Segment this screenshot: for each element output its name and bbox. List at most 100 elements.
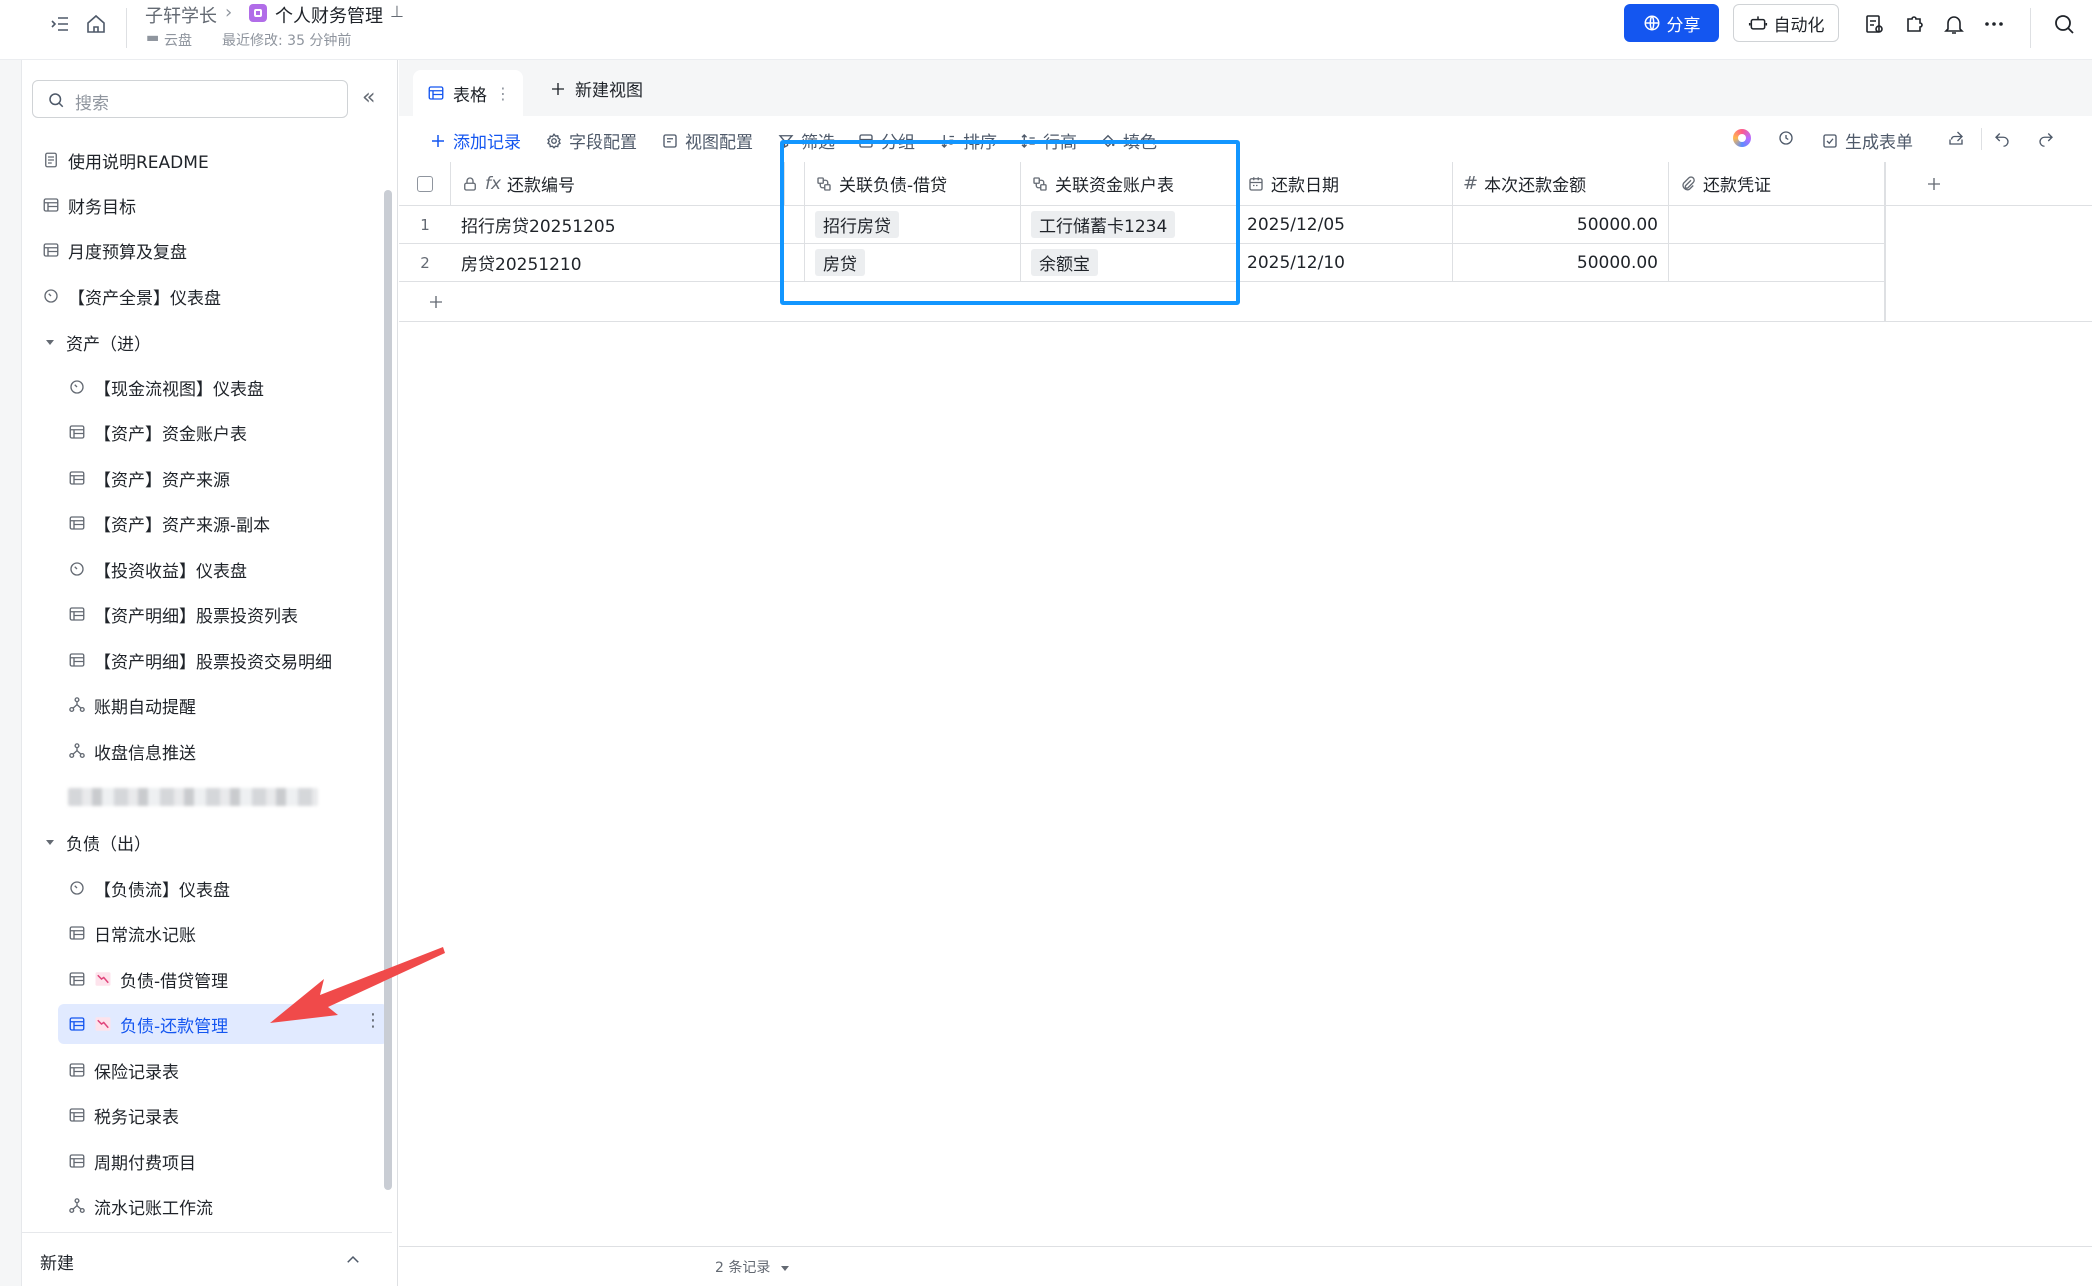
sidebar-item-readme[interactable]: 使用说明README <box>22 140 388 180</box>
plus-icon <box>430 295 442 308</box>
sidebar-item-asset-sources-copy[interactable]: 【资产】资产来源-副本 <box>22 503 388 543</box>
app-edge-strip <box>0 60 22 1286</box>
field-config-button[interactable]: 字段配置 <box>545 128 637 153</box>
sidebar-item-stock-list[interactable]: 【资产明细】股票投资列表 <box>22 594 388 634</box>
top-bar: 子轩学长 › 个人财务管理 ⊥ ▬ 云盘 最近修改: 35 分钟前 分享 自动化 <box>0 0 2092 60</box>
plugin-icon[interactable] <box>1902 12 1926 36</box>
document-title[interactable]: 个人财务管理 <box>275 2 383 28</box>
sidebar-item-ledger-workflow[interactable]: 流水记账工作流 <box>22 1186 388 1226</box>
row-number: 2 <box>399 244 451 282</box>
cell-repayment-id[interactable]: 招行房贷20251205 <box>451 206 785 244</box>
sidebar-item-finance-goals[interactable]: 财务目标 <box>22 185 388 225</box>
home-icon[interactable] <box>84 12 108 36</box>
table-icon <box>69 1108 85 1122</box>
table-icon <box>69 1063 85 1077</box>
redo-icon[interactable] <box>2037 129 2055 147</box>
sidebar-item-investment-dashboard[interactable]: 【投资收益】仪表盘 <box>22 549 388 589</box>
undo-icon[interactable] <box>1993 129 2011 147</box>
column-header-repayment-id[interactable]: fx 还款编号 <box>451 162 785 206</box>
sidebar-item-cashflow-dashboard[interactable]: 【现金流视图】仪表盘 <box>22 367 388 407</box>
sidebar: 搜索 « 使用说明README 财务目标 月度预算及复盘 【资产全景】仪表盘 资… <box>22 60 398 1286</box>
automation-button[interactable]: 自动化 <box>1733 4 1839 42</box>
add-record-button[interactable]: 添加记录 <box>429 128 521 153</box>
sidebar-item-redacted[interactable] <box>22 777 388 817</box>
plus-icon <box>552 82 564 95</box>
view-tabs: 表格 ⋮ 新建视图 <box>399 60 2092 116</box>
workflow-icon <box>69 743 85 759</box>
caret-down-icon[interactable] <box>779 1262 791 1274</box>
search-icon <box>49 93 64 108</box>
cell-repayment-date[interactable]: 2025/12/05 <box>1237 206 1453 244</box>
base-app-icon <box>249 4 267 22</box>
workflow-icon <box>69 1198 85 1214</box>
sidebar-item-stock-transactions[interactable]: 【资产明细】股票投资交易明细 <box>22 640 388 680</box>
table-icon <box>69 607 85 621</box>
sidebar-item-billing-reminder[interactable]: 账期自动提醒 <box>22 685 388 725</box>
share-button[interactable]: 分享 <box>1624 4 1719 42</box>
new-button[interactable]: 新建 <box>40 1249 74 1274</box>
sidebar-scrollbar[interactable] <box>384 130 392 1260</box>
cell-repayment-id[interactable]: 房贷20251210 <box>451 244 785 282</box>
ai-assistant-icon[interactable] <box>1733 129 1751 147</box>
search-icon[interactable] <box>2052 12 2076 36</box>
declining-chart-icon <box>95 1017 111 1031</box>
sidebar-toggle-icon[interactable] <box>48 12 72 36</box>
column-header-repayment-date[interactable]: 还款日期 <box>1237 162 1453 206</box>
select-all-checkbox-cell[interactable] <box>399 162 451 206</box>
toolbar: 添加记录 字段配置 视图配置 筛选 分组 排序 行高 填色 生成表单 <box>399 116 2092 162</box>
cell-amount[interactable]: 50000.00 <box>1453 244 1669 282</box>
sidebar-item-closing-push[interactable]: 收盘信息推送 <box>22 731 388 771</box>
share-export-icon[interactable] <box>1947 129 1965 147</box>
view-config-button[interactable]: 视图配置 <box>661 128 753 153</box>
table-icon <box>69 653 85 667</box>
lock-icon <box>464 176 476 191</box>
new-view-button[interactable]: 新建视图 <box>549 76 643 101</box>
calendar-icon <box>1249 176 1263 191</box>
search-input[interactable]: 搜索 <box>32 80 348 118</box>
breadcrumb-parent[interactable]: 子轩学长 <box>145 2 217 28</box>
cell-repayment-date[interactable]: 2025/12/10 <box>1237 244 1453 282</box>
history-icon[interactable] <box>1777 129 1795 147</box>
select-all-checkbox[interactable] <box>416 175 433 192</box>
view-settings-icon <box>663 133 677 148</box>
sidebar-group-liabilities[interactable]: 负债（出） <box>22 822 388 862</box>
record-count: 2 条记录 <box>715 1260 771 1276</box>
collapse-sidebar-icon[interactable]: « <box>362 87 375 109</box>
document-info-icon[interactable] <box>1862 12 1886 36</box>
gear-icon <box>547 132 561 149</box>
sidebar-scroll-thumb[interactable] <box>384 190 392 1190</box>
column-header-voucher[interactable]: 还款凭证 <box>1669 162 1885 206</box>
sidebar-item-asset-dashboard[interactable]: 【资产全景】仪表盘 <box>22 276 388 316</box>
column-header-amount[interactable]: # 本次还款金额 <box>1453 162 1669 206</box>
more-icon[interactable] <box>1982 12 2006 36</box>
plus-icon <box>432 134 444 147</box>
cell-voucher[interactable] <box>1669 206 1885 244</box>
pin-icon[interactable]: ⊥ <box>390 2 404 21</box>
sidebar-item-fund-accounts[interactable]: 【资产】资金账户表 <box>22 412 388 452</box>
sidebar-item-monthly-budget[interactable]: 月度预算及复盘 <box>22 230 388 270</box>
location-label[interactable]: 云盘 <box>164 30 192 50</box>
cell-voucher[interactable] <box>1669 244 1885 282</box>
caret-down-icon <box>46 840 54 845</box>
tab-grid-view[interactable]: 表格 ⋮ <box>413 70 523 116</box>
dashboard-icon <box>70 562 84 576</box>
sidebar-item-tax[interactable]: 税务记录表 <box>22 1095 388 1135</box>
tab-more-icon[interactable]: ⋮ <box>495 84 511 103</box>
dashboard-icon <box>70 380 84 394</box>
table-icon <box>43 243 59 257</box>
breadcrumb-separator-icon: › <box>225 2 233 23</box>
sidebar-item-insurance[interactable]: 保险记录表 <box>22 1050 388 1090</box>
table-icon <box>69 516 85 530</box>
sidebar-item-liability-dashboard[interactable]: 【负债流】仪表盘 <box>22 868 388 908</box>
sidebar-item-asset-sources[interactable]: 【资产】资产来源 <box>22 458 388 498</box>
sidebar-group-assets[interactable]: 资产（进） <box>22 322 388 362</box>
generate-form-button[interactable]: 生成表单 <box>1821 128 1913 153</box>
globe-icon <box>1644 15 1659 31</box>
cell-amount[interactable]: 50000.00 <box>1453 206 1669 244</box>
bell-icon[interactable] <box>1942 12 1966 36</box>
add-column-button[interactable] <box>1885 162 2092 206</box>
sidebar-item-recurring-payments[interactable]: 周期付费项目 <box>22 1141 388 1181</box>
chevron-up-icon[interactable] <box>344 1251 362 1269</box>
caret-down-icon <box>46 340 54 345</box>
data-grid: fx 还款编号 关联负债-借贷 关联资金账户表 还款日期 # 本次还款金额 还款… <box>399 162 2092 1248</box>
